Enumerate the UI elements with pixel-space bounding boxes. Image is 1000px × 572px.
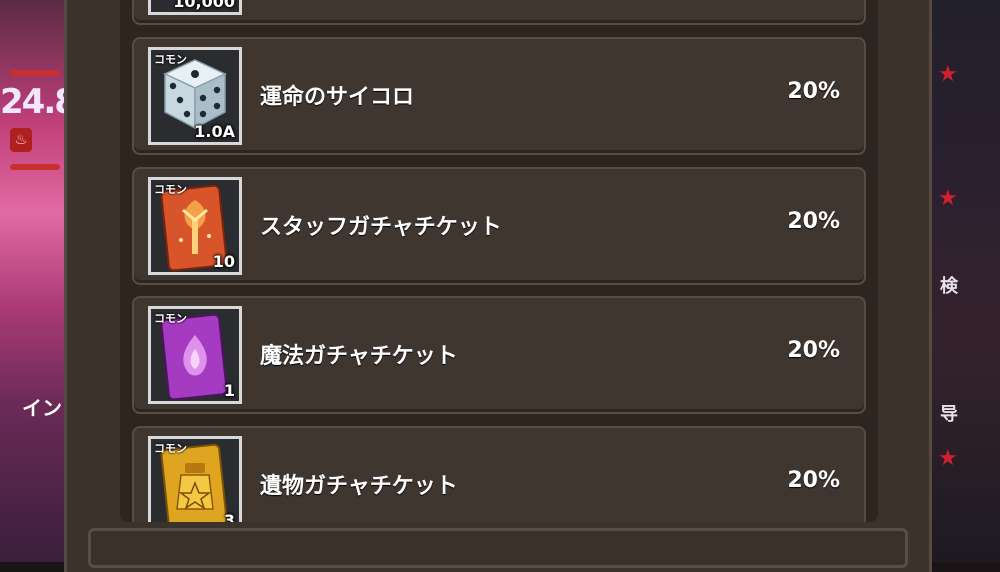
rarity-label: コモン — [154, 53, 187, 66]
item-name: 魔法ガチャチケット — [260, 344, 458, 369]
rarity-label: コモン — [154, 442, 187, 455]
background-left-scene: 24.8 ♨ イン — [0, 0, 70, 562]
item-quantity: 10 — [212, 252, 235, 271]
item-name: 遺物ガチャチケット — [260, 474, 458, 499]
right-label-fragment: 検 — [940, 276, 958, 297]
drop-rate: 20% — [787, 468, 840, 493]
item-name: スタッフガチャチケット — [260, 215, 502, 240]
item-icon-frame: コモン 3 — [148, 436, 242, 522]
item-quantity: 3 — [223, 511, 235, 522]
item-icon-frame: コモン 10 — [148, 177, 242, 275]
rarity-label: コモン — [154, 183, 187, 196]
list-item-partial: 10,000 — [132, 0, 866, 25]
list-item: コモン 1.0A 運命のサイコロ 20% — [132, 37, 866, 155]
star-icon: ★ — [938, 446, 958, 471]
list-item: コモン 3 遺物ガチャチケット 20% — [132, 426, 866, 522]
left-label-fragment: イン — [22, 396, 62, 420]
hp-bar — [10, 70, 60, 76]
hp-bar-2 — [10, 164, 60, 170]
fire-icon: ♨ — [10, 128, 32, 152]
star-icon: ★ — [938, 186, 958, 211]
reward-list[interactable]: 10,000 コモン 1.0A 運命のサイコロ 20% コモン 10 スタッフガ… — [120, 0, 878, 522]
item-icon-frame: コモン 1.0A — [148, 47, 242, 145]
dialog-footer — [88, 528, 908, 568]
item-quantity: 10,000 — [173, 0, 235, 11]
star-icon: ★ — [938, 62, 958, 87]
power-number-fragment: 24.8 — [0, 82, 70, 122]
item-name: 運命のサイコロ — [260, 85, 415, 110]
item-icon-frame: コモン 1 — [148, 306, 242, 404]
drop-rate: 20% — [787, 79, 840, 104]
item-quantity: 1 — [223, 381, 235, 400]
drop-rate: 20% — [787, 338, 840, 363]
list-item: コモン 1 魔法ガチャチケット 20% — [132, 296, 866, 414]
item-icon-partial: 10,000 — [148, 0, 242, 15]
rarity-label: コモン — [154, 312, 187, 325]
item-quantity: 1.0A — [194, 122, 235, 141]
drop-rate: 20% — [787, 209, 840, 234]
background-right-scene: ★ ★ 検 导 ★ — [932, 0, 1000, 562]
right-label-fragment-2: 导 — [940, 404, 958, 425]
list-item: コモン 10 スタッフガチャチケット 20% — [132, 167, 866, 285]
